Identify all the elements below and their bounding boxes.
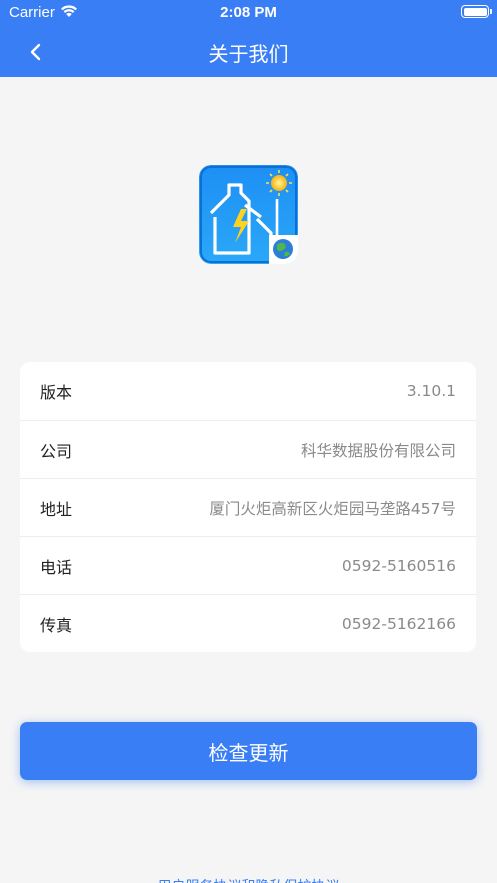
battery-icon — [461, 5, 492, 18]
info-value: 厦门火炬高新区火炬园马垄路457号 — [209, 499, 456, 518]
info-label: 公司 — [40, 441, 73, 461]
status-time: 2:08 PM — [220, 4, 277, 21]
info-row-phone[interactable]: 电话 0592-5160516 — [20, 536, 476, 594]
nav-bar: 关于我们 — [0, 26, 497, 77]
info-label: 电话 — [40, 557, 73, 577]
page-title: 关于我们 — [208, 42, 289, 66]
info-row-address: 地址 厦门火炬高新区火炬园马垄路457号 — [20, 478, 476, 536]
status-bar: Carrier 2:08 PM — [0, 0, 497, 26]
info-label: 传真 — [40, 615, 73, 635]
info-row-company: 公司 科华数据股份有限公司 — [20, 420, 476, 478]
app-logo-icon — [199, 165, 298, 264]
info-label: 地址 — [40, 499, 73, 519]
check-update-button[interactable]: 检查更新 — [20, 722, 477, 780]
info-value: 3.10.1 — [406, 382, 456, 400]
user-agreement-link[interactable]: 用户服务协议和隐私保护协议 — [0, 876, 497, 883]
info-value: 0592-5160516 — [341, 556, 456, 575]
info-value: 科华数据股份有限公司 — [300, 441, 456, 460]
info-label: 版本 — [40, 383, 73, 402]
app-header: Carrier 2:08 PM 关于我们 — [0, 0, 497, 77]
info-row-fax: 传真 0592-5162166 — [20, 594, 476, 652]
info-value: 0592-5162166 — [341, 614, 456, 633]
company-info-card: 版本 3.10.1 公司 科华数据股份有限公司 地址 厦门火炬高新区火炬园马垄路… — [20, 362, 476, 652]
info-row-version: 版本 3.10.1 — [20, 362, 476, 420]
